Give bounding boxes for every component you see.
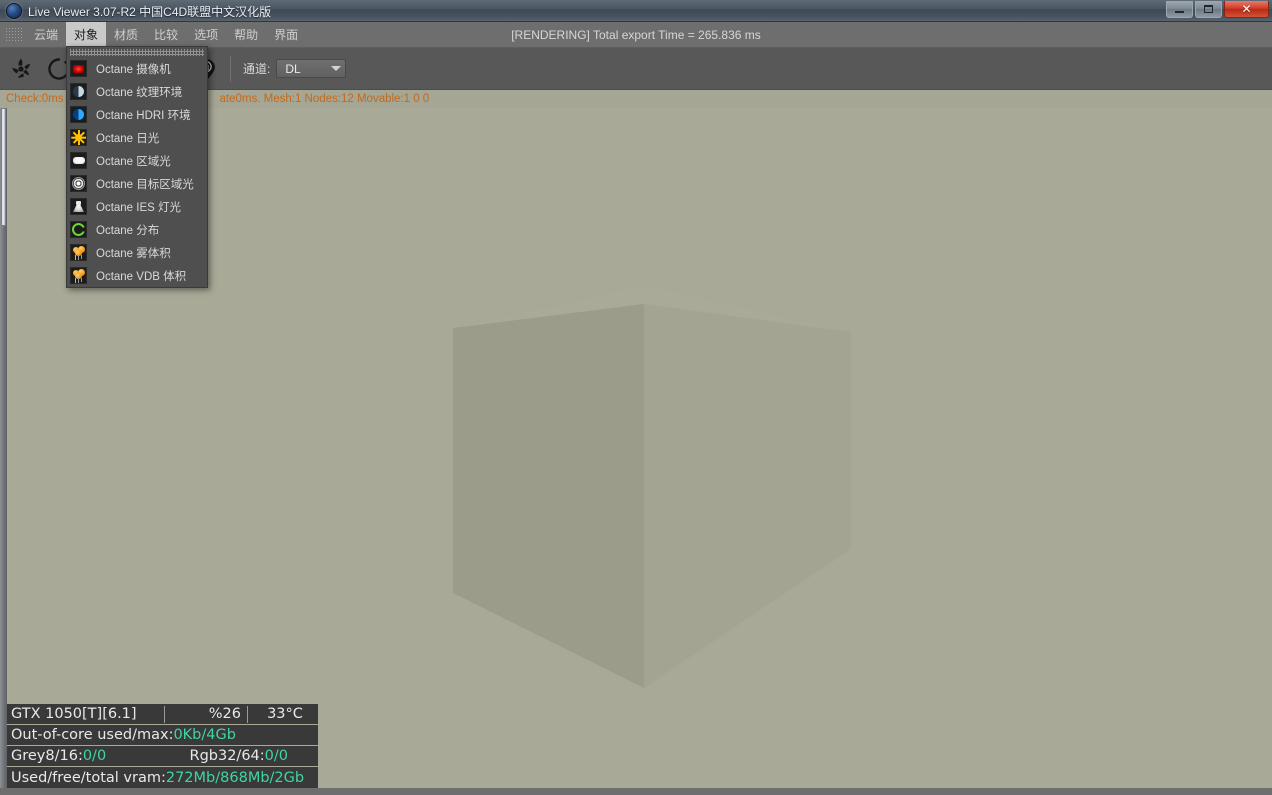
menu-option-octane-camera[interactable]: Octane 摄像机 — [67, 57, 207, 80]
gpu-vram-used: 272Mb — [165, 769, 216, 786]
viewport-vertical-scrollbar[interactable] — [0, 108, 7, 788]
menu-item-objects[interactable]: 对象 — [66, 21, 107, 48]
chevron-down-icon — [331, 66, 342, 71]
menu-option-label: Octane 摄像机 — [96, 63, 171, 76]
menu-option-octane-daylight[interactable]: Octane 日光 — [67, 126, 207, 149]
menu-option-octane-fog-volume[interactable]: Octane 雾体积 — [67, 241, 207, 264]
menu-option-octane-hdri-environment[interactable]: Octane HDRI 环境 — [67, 103, 207, 126]
minimize-icon — [1175, 10, 1184, 13]
gpu-row-divider-2 — [247, 705, 248, 723]
menu-option-label: Octane VDB 体积 — [96, 270, 187, 283]
menu-grip-icon[interactable] — [5, 26, 23, 43]
window-title: Live Viewer 3.07-R2 中国C4D联盟中文汉化版 — [28, 4, 272, 19]
gpu-stats-overlay: GTX 1050[T][6.1] %26 33°C Out-of-core us… — [7, 704, 318, 788]
gpu-device-name: GTX 1050[T][6.1] — [11, 706, 137, 722]
gpu-ooc-used: 0Kb — [173, 727, 202, 743]
gpu-device-row: GTX 1050[T][6.1] %26 33°C — [7, 704, 318, 725]
gpu-ooc-max: 4Gb — [206, 727, 236, 743]
maximize-button[interactable] — [1195, 1, 1222, 18]
cube-object — [438, 276, 852, 695]
gpu-vram-row: Used/free/total vram: 272Mb / 868Mb / 2G… — [7, 767, 318, 788]
menu-option-label: Octane 分布 — [96, 224, 160, 237]
octane-arealight-icon — [70, 152, 87, 169]
gpu-vram-total: 2Gb — [274, 769, 305, 786]
minimize-button[interactable] — [1166, 1, 1193, 18]
octane-hdri-environment-icon — [70, 106, 87, 123]
octane-target-arealight-icon — [70, 175, 87, 192]
octane-logo-icon — [6, 3, 22, 19]
scene-status-left: Check:0ms — [6, 93, 64, 105]
scene-status-right: ate0ms. Mesh:1 Nodes:12 Movable:1 0 0 — [219, 93, 430, 105]
gpu-ooc-label: Out-of-core used/max: — [11, 727, 174, 743]
scrollbar-thumb[interactable] — [1, 108, 6, 226]
octane-camera-icon — [70, 60, 87, 77]
menu-item-compare[interactable]: 比较 — [146, 22, 186, 48]
menu-option-octane-texture-environment[interactable]: Octane 纹理环境 — [67, 80, 207, 103]
menu-item-cloud[interactable]: 云端 — [26, 22, 66, 48]
gpu-row-divider — [164, 705, 165, 723]
octane-vdb-volume-icon — [70, 267, 87, 284]
objects-dropdown-menu: Octane 摄像机 Octane 纹理环境 Octane HDRI 环境 Oc… — [66, 46, 208, 288]
menu-drag-grip-icon[interactable] — [70, 49, 204, 56]
octane-daylight-icon — [70, 129, 87, 146]
channel-label: 通道: — [243, 62, 271, 76]
channel-selected-value: DL — [285, 61, 301, 76]
menu-option-octane-target-arealight[interactable]: Octane 目标区域光 — [67, 172, 207, 195]
menu-option-octane-arealight[interactable]: Octane 区域光 — [67, 149, 207, 172]
toolbar-separator — [230, 55, 231, 82]
menu-option-label: Octane 目标区域光 — [96, 178, 194, 191]
maximize-icon — [1204, 5, 1213, 13]
menu-option-octane-scatter[interactable]: Octane 分布 — [67, 218, 207, 241]
gpu-temperature-value: 33°C — [267, 706, 303, 722]
gpu-vram-free: 868Mb — [220, 769, 270, 786]
menu-item-options[interactable]: 选项 — [186, 22, 226, 48]
menu-item-materials[interactable]: 材质 — [106, 22, 146, 48]
live-viewer-window: Live Viewer 3.07-R2 中国C4D联盟中文汉化版 ✕ 云端 对象… — [0, 0, 1272, 795]
menu-option-label: Octane 雾体积 — [96, 247, 171, 260]
gpu-ooc-row: Out-of-core used/max: 0Kb / 4Gb — [7, 725, 318, 746]
gpu-rgb-label: Rgb32/64: — [189, 748, 265, 764]
restart-render-icon[interactable] — [4, 52, 38, 86]
gpu-grey-value: 0/0 — [82, 748, 107, 764]
menu-option-label: Octane HDRI 环境 — [96, 109, 191, 122]
octane-texture-environment-icon — [70, 83, 87, 100]
gpu-usage-value: %26 — [208, 706, 241, 722]
window-titlebar[interactable]: Live Viewer 3.07-R2 中国C4D联盟中文汉化版 ✕ — [0, 0, 1272, 22]
gpu-buffers-row: Grey8/16: 0/0 Rgb32/64: 0/0 — [7, 746, 318, 767]
menu-option-octane-vdb-volume[interactable]: Octane VDB 体积 — [67, 264, 207, 287]
window-controls: ✕ — [1166, 1, 1269, 18]
close-button[interactable]: ✕ — [1224, 1, 1269, 18]
gpu-vram-label: Used/free/total vram: — [11, 769, 166, 786]
octane-fog-volume-icon — [70, 244, 87, 261]
gpu-grey-label: Grey8/16: — [11, 748, 83, 764]
menu-option-label: Octane 纹理环境 — [96, 86, 183, 99]
octane-scatter-icon — [70, 221, 87, 238]
menu-item-interface[interactable]: 界面 — [266, 22, 306, 48]
titlebar-left-group: Live Viewer 3.07-R2 中国C4D联盟中文汉化版 — [6, 0, 271, 22]
octane-ies-light-icon — [70, 198, 87, 215]
gpu-rgb-value: 0/0 — [264, 748, 288, 764]
close-icon: ✕ — [1241, 2, 1252, 16]
menu-option-octane-ies-light[interactable]: Octane IES 灯光 — [67, 195, 207, 218]
menu-item-help[interactable]: 帮助 — [226, 22, 266, 48]
menu-bar: 云端 对象 材质 比较 选项 帮助 界面 [RENDERING] Total e… — [0, 21, 1272, 48]
menu-option-label: Octane 区域光 — [96, 155, 171, 168]
menu-option-label: Octane 日光 — [96, 132, 160, 145]
menu-option-label: Octane IES 灯光 — [96, 201, 182, 214]
channel-select[interactable]: DL — [276, 59, 347, 78]
